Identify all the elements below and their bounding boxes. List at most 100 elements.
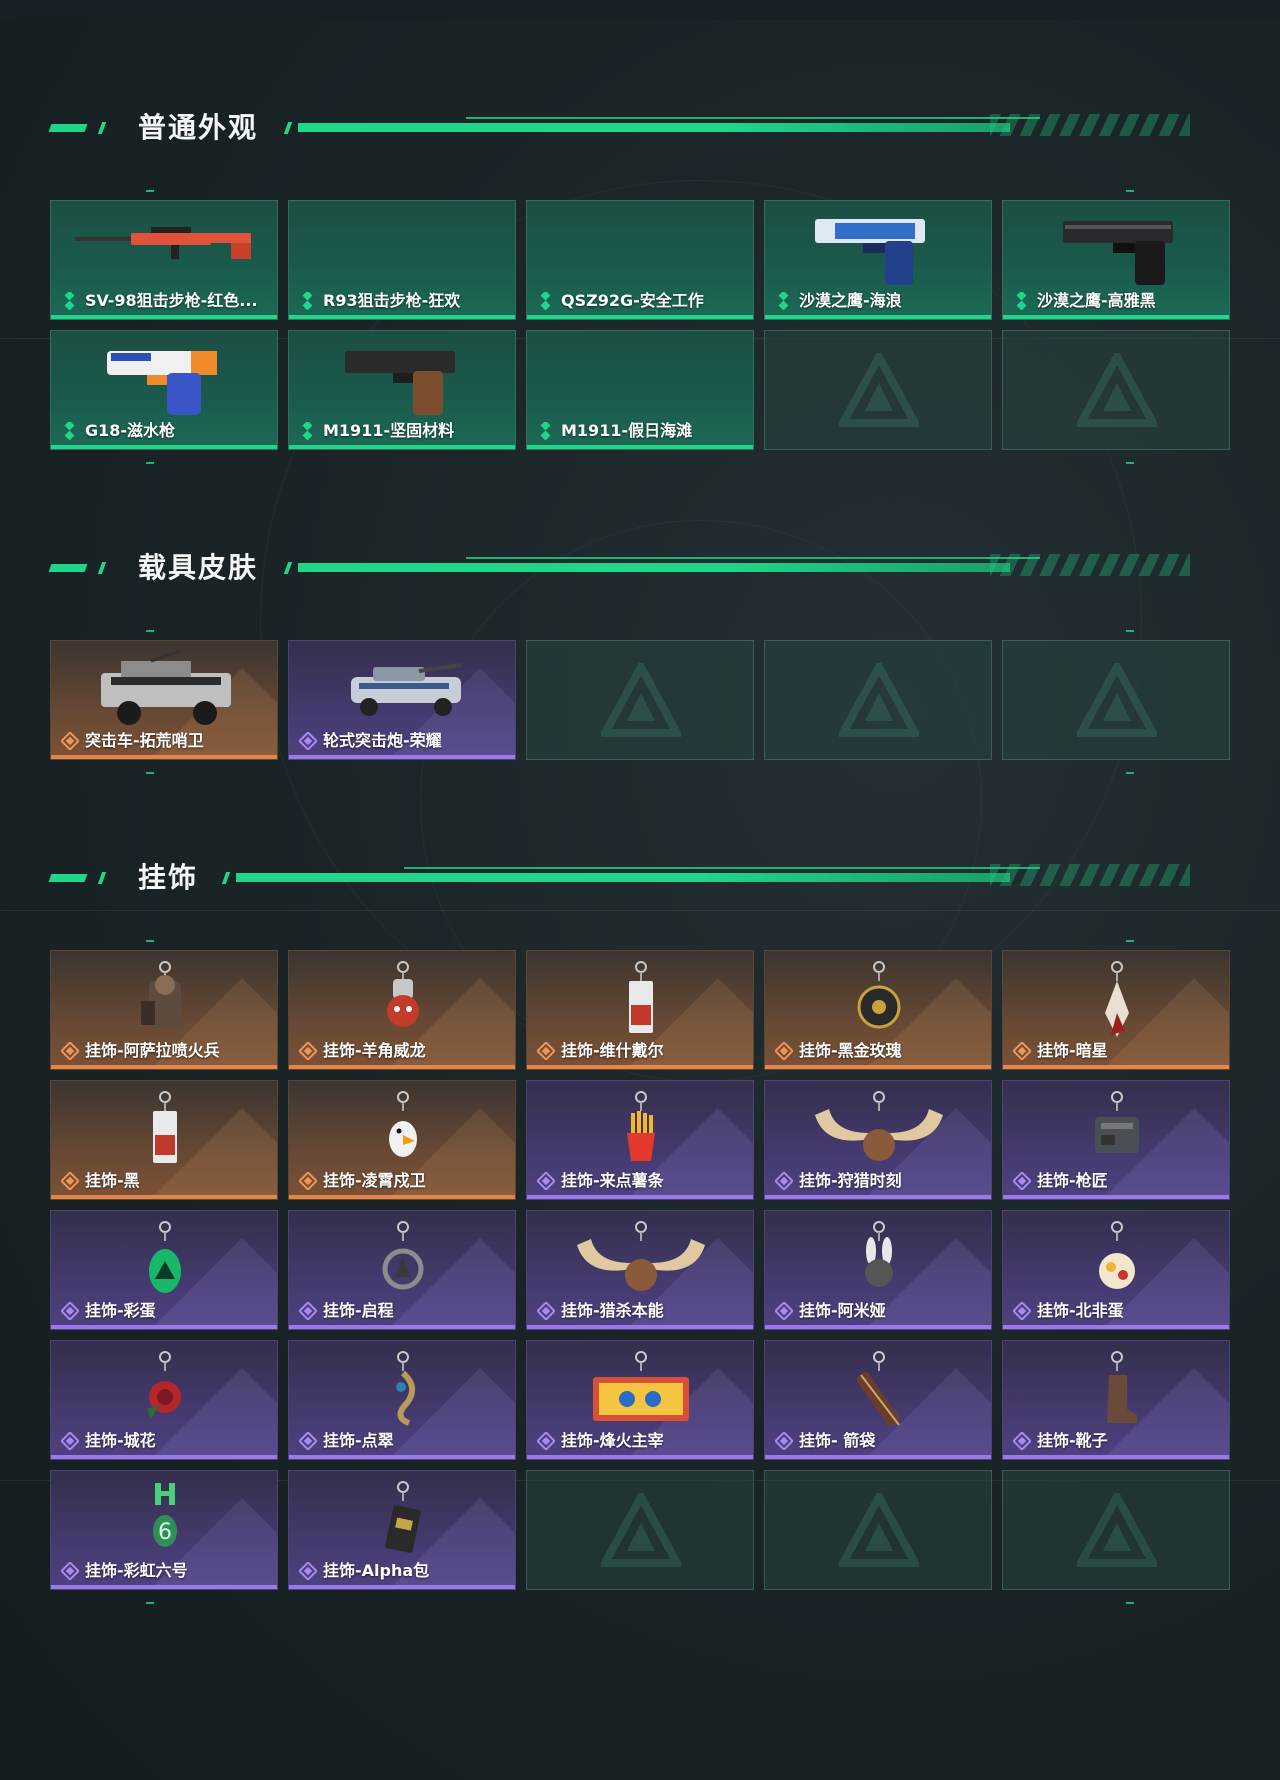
rarity-green-icon (540, 290, 551, 311)
empty-slot-logo (836, 658, 922, 739)
item-card[interactable]: M1911-坚固材料 (288, 330, 516, 450)
item-name: 挂饰-烽火主宰 (561, 1431, 664, 1450)
rarity-purple-icon (1012, 1171, 1032, 1191)
item-card[interactable]: 挂饰-维什戴尔 (526, 950, 754, 1070)
rarity-badge (60, 1041, 80, 1061)
rarity-badge (774, 1171, 794, 1191)
item-image (1003, 1217, 1229, 1299)
card-charm-image (153, 1091, 177, 1163)
item-name: 挂饰-北非蛋 (1037, 1301, 1124, 1320)
rarity-badge (60, 731, 80, 751)
grid-tick-mark (1126, 1602, 1134, 1604)
rarity-orange-icon (60, 731, 80, 751)
item-card[interactable]: 沙漠之鹰-海浪 (764, 200, 992, 320)
empty-slot-logo (598, 1488, 684, 1569)
item-card[interactable]: 挂饰-枪匠 (1002, 1080, 1230, 1200)
item-card[interactable]: 挂饰-来点薯条 (526, 1080, 754, 1200)
item-card[interactable]: 挂饰-猎杀本能 (526, 1210, 754, 1330)
item-image (1003, 957, 1229, 1039)
item-card[interactable]: 挂饰-黑金玫瑰 (764, 950, 992, 1070)
rarity-badge (1012, 1431, 1032, 1451)
item-card[interactable]: 轮式突击炮-荣耀 (288, 640, 516, 760)
item-name: R93狙击步枪-狂欢 (323, 291, 461, 310)
item-card[interactable]: 挂饰-城花 (50, 1340, 278, 1460)
section-title: 挂饰 (138, 861, 199, 894)
rarity-edge (527, 445, 753, 449)
item-card[interactable]: 6 挂饰-彩虹六号 (50, 1470, 278, 1590)
rarity-badge (1012, 1041, 1032, 1061)
item-card[interactable]: 沙漠之鹰-高雅黑 (1002, 200, 1230, 320)
item-card[interactable]: 挂饰- 箭袋 (764, 1340, 992, 1460)
item-image (51, 647, 277, 729)
empty-slot-logo (1074, 658, 1160, 739)
item-card[interactable]: 挂饰-靴子 (1002, 1340, 1230, 1460)
grid-tick-mark (1126, 630, 1134, 632)
item-card[interactable]: 挂饰-启程 (288, 1210, 516, 1330)
rarity-orange-icon (1012, 1041, 1032, 1061)
item-image (527, 1347, 753, 1429)
feather-charm-image (1105, 961, 1129, 1037)
item-card[interactable]: 挂饰-羊角威龙 (288, 950, 516, 1070)
rarity-badge (536, 1171, 556, 1191)
empty-slot-logo (598, 658, 684, 739)
item-card[interactable]: 突击车-拓荒哨卫 (50, 640, 278, 760)
rarity-edge (527, 1325, 753, 1329)
rarity-badge (299, 420, 317, 441)
item-card[interactable]: 挂饰-阿萨拉喷火兵 (50, 950, 278, 1070)
grid-tick-mark (1126, 940, 1134, 942)
item-card[interactable]: 挂饰-点翠 (288, 1340, 516, 1460)
item-image (51, 1087, 277, 1169)
pistol-image (815, 219, 925, 285)
item-image: 6 (51, 1477, 277, 1559)
item-card[interactable]: R93狙击步枪-狂欢 (288, 200, 516, 320)
item-image (527, 957, 753, 1039)
quiver-charm-image (856, 1351, 900, 1427)
item-card[interactable]: QSZ92G-安全工作 (526, 200, 754, 320)
rarity-green-icon (64, 290, 75, 311)
item-image (289, 337, 515, 419)
section-header: 普通外观 (48, 108, 1200, 148)
rarity-badge (537, 290, 555, 311)
item-card[interactable]: 挂饰-彩蛋 (50, 1210, 278, 1330)
item-name: 挂饰-暗星 (1037, 1041, 1108, 1060)
empty-slot-logo-icon (598, 1488, 684, 1567)
item-card[interactable]: SV-98狙击步枪-红色... (50, 200, 278, 320)
grid-tick-mark (146, 940, 154, 942)
rarity-edge (765, 1195, 991, 1199)
rarity-edge (765, 1065, 991, 1069)
rarity-badge (60, 1431, 80, 1451)
item-card[interactable]: 挂饰-狩猎时刻 (764, 1080, 992, 1200)
item-name: 挂饰-Alpha包 (323, 1561, 430, 1580)
rarity-edge (51, 755, 277, 759)
rarity-badge (774, 1431, 794, 1451)
item-card[interactable]: 挂饰-北非蛋 (1002, 1210, 1230, 1330)
header-accent-bar (236, 873, 1010, 882)
rarity-purple-icon (298, 1431, 318, 1451)
item-card[interactable]: M1911-假日海滩 (526, 330, 754, 450)
item-image (289, 1217, 515, 1299)
item-card[interactable]: 挂饰-烽火主宰 (526, 1340, 754, 1460)
rarity-badge (1012, 1301, 1032, 1321)
item-card[interactable]: 挂饰-暗星 (1002, 950, 1230, 1070)
rarity-badge (774, 1041, 794, 1061)
header-accent-bar (298, 123, 1010, 132)
item-card[interactable]: 挂饰-凌霄戍卫 (288, 1080, 516, 1200)
item-card[interactable]: G18-滋水枪 (50, 330, 278, 450)
dragon-charm-image (387, 961, 419, 1027)
header-accent-dash (48, 874, 88, 882)
rarity-badge (60, 1171, 80, 1191)
rarity-purple-icon (536, 1431, 556, 1451)
empty-slot (526, 640, 754, 760)
item-name: 挂饰-启程 (323, 1301, 394, 1320)
grid-tick-mark (1126, 190, 1134, 192)
bird-charm-image (389, 1091, 417, 1157)
rarity-edge (51, 1455, 277, 1459)
kingfisher-charm-image (396, 1351, 416, 1426)
water-gun-image (107, 351, 217, 415)
item-card[interactable]: 挂饰-黑 (50, 1080, 278, 1200)
item-image (289, 1087, 515, 1169)
item-card[interactable]: 挂饰-Alpha包 (288, 1470, 516, 1590)
pistol-image (1063, 221, 1173, 285)
item-name: 挂饰-维什戴尔 (561, 1041, 664, 1060)
item-card[interactable]: 挂饰-阿米娅 (764, 1210, 992, 1330)
